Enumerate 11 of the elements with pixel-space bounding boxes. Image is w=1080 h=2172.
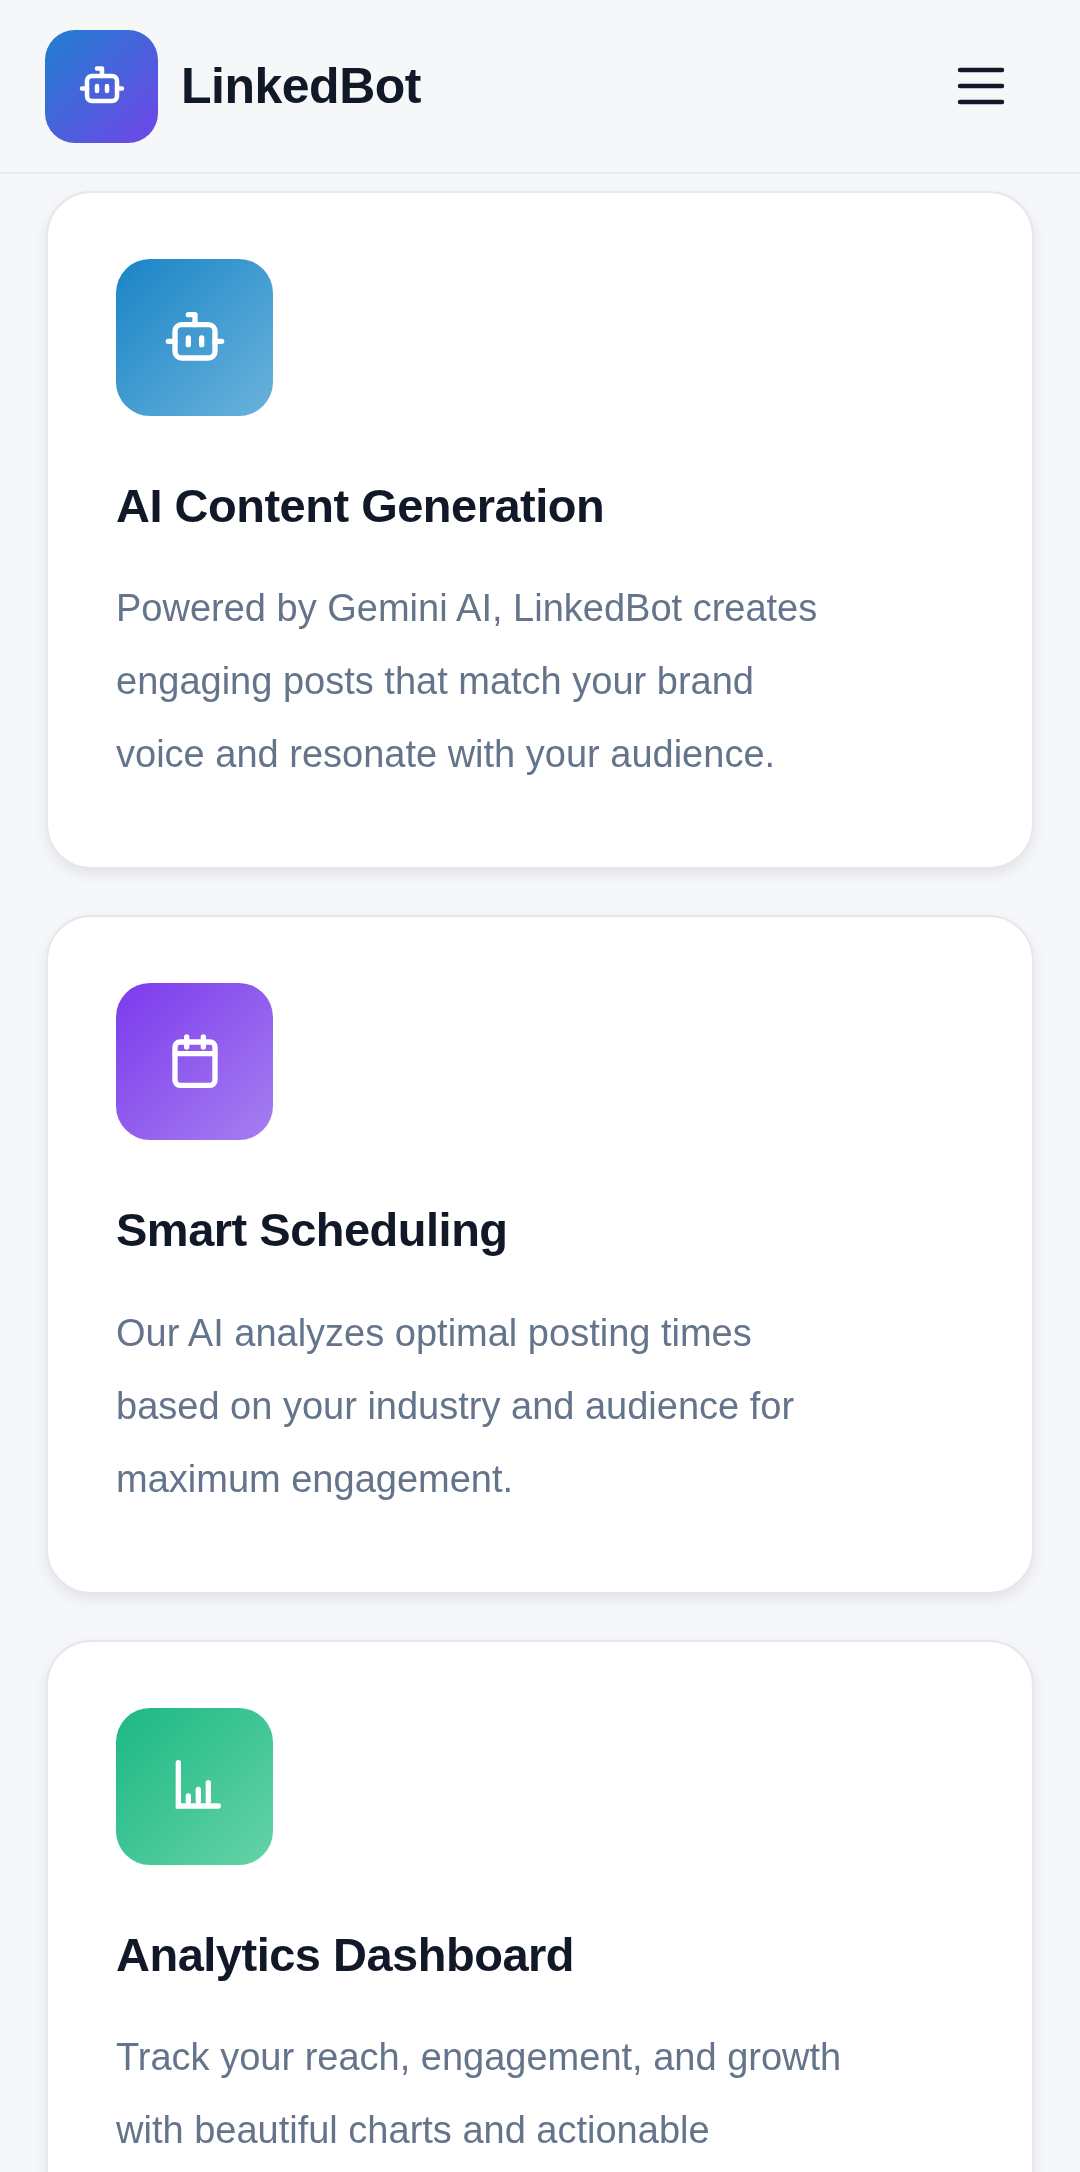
bar-chart-icon <box>116 1707 273 1865</box>
feature-description: Track your reach, engagement, and growth with beautiful charts and actionable <box>116 2035 843 2154</box>
feature-title: AI Content Generation <box>116 478 606 534</box>
feature-title: Smart Scheduling <box>116 1202 509 1259</box>
robot-logo-icon[interactable] <box>45 29 158 143</box>
feature-description: Our AI analyzes optimal posting times based on your industry and audience for maximum engagement. <box>116 1310 796 1502</box>
calendar-icon <box>116 983 273 1141</box>
robot-icon <box>116 259 273 416</box>
feature-title: Analytics Dashboard <box>116 1926 576 1983</box>
feature-description: Powered by Gemini AI, LinkedBot creates engaging posts that match your brand voice and resonate with your audience. <box>116 586 819 778</box>
brand-name[interactable]: LinkedBot <box>181 57 421 115</box>
